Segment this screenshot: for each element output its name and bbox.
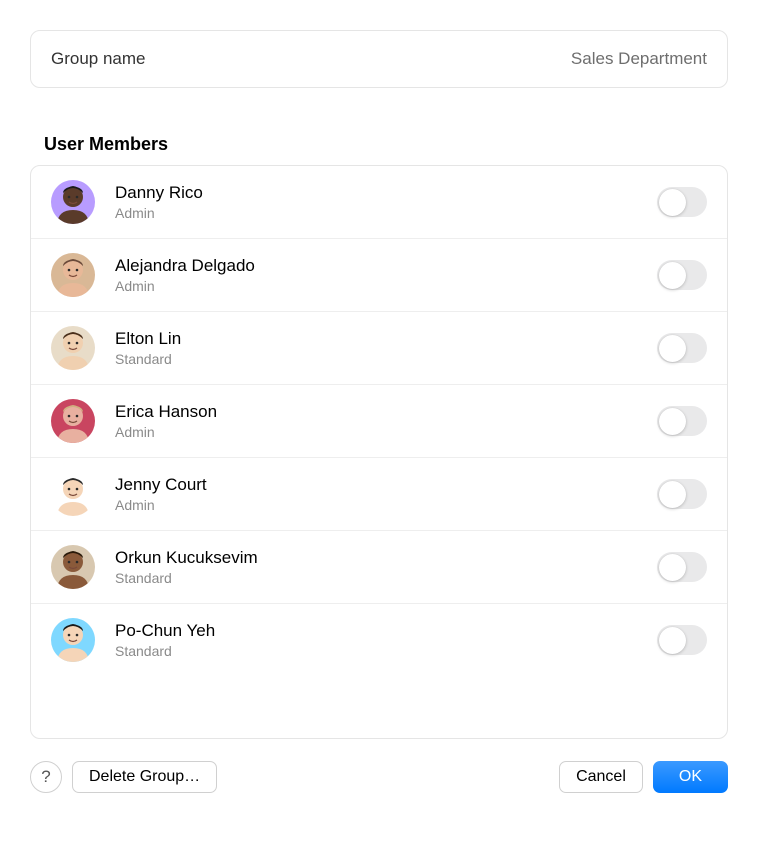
toggle-knob xyxy=(659,335,686,362)
group-name-row: Group name Sales Department xyxy=(30,30,728,88)
toggle-knob xyxy=(659,189,686,216)
toggle-knob xyxy=(659,627,686,654)
membership-toggle[interactable] xyxy=(657,552,707,582)
member-name: Orkun Kucuksevim xyxy=(115,547,657,569)
member-info: Alejandra Delgado Admin xyxy=(115,255,657,295)
member-info: Orkun Kucuksevim Standard xyxy=(115,547,657,587)
member-name: Alejandra Delgado xyxy=(115,255,657,277)
member-row: Danny Rico Admin xyxy=(31,166,727,239)
member-role: Admin xyxy=(115,277,657,295)
help-button[interactable]: ? xyxy=(30,761,62,793)
membership-toggle[interactable] xyxy=(657,187,707,217)
toggle-knob xyxy=(659,554,686,581)
member-row: Alejandra Delgado Admin xyxy=(31,239,727,312)
avatar xyxy=(51,618,95,662)
toggle-knob xyxy=(659,262,686,289)
member-info: Danny Rico Admin xyxy=(115,182,657,222)
member-role: Standard xyxy=(115,642,657,660)
member-name: Po-Chun Yeh xyxy=(115,620,657,642)
member-role: Standard xyxy=(115,350,657,368)
delete-group-button[interactable]: Delete Group… xyxy=(72,761,217,793)
member-name: Jenny Court xyxy=(115,474,657,496)
avatar xyxy=(51,180,95,224)
member-role: Admin xyxy=(115,204,657,222)
membership-toggle[interactable] xyxy=(657,625,707,655)
avatar xyxy=(51,472,95,516)
membership-toggle[interactable] xyxy=(657,333,707,363)
member-info: Po-Chun Yeh Standard xyxy=(115,620,657,660)
member-row: Po-Chun Yeh Standard xyxy=(31,604,727,676)
avatar xyxy=(51,253,95,297)
user-members-title: User Members xyxy=(44,134,728,155)
cancel-button[interactable]: Cancel xyxy=(559,761,643,793)
membership-toggle[interactable] xyxy=(657,479,707,509)
member-name: Elton Lin xyxy=(115,328,657,350)
member-name: Danny Rico xyxy=(115,182,657,204)
toggle-knob xyxy=(659,481,686,508)
members-list: Danny Rico Admin Alejandra Delgado Admin xyxy=(30,165,728,739)
group-name-value[interactable]: Sales Department xyxy=(571,49,707,69)
membership-toggle[interactable] xyxy=(657,260,707,290)
member-row: Orkun Kucuksevim Standard xyxy=(31,531,727,604)
group-name-label: Group name xyxy=(51,49,146,69)
member-info: Jenny Court Admin xyxy=(115,474,657,514)
dialog-footer: ? Delete Group… Cancel OK xyxy=(30,761,728,793)
avatar xyxy=(51,326,95,370)
member-row: Jenny Court Admin xyxy=(31,458,727,531)
member-info: Elton Lin Standard xyxy=(115,328,657,368)
member-row: Erica Hanson Admin xyxy=(31,385,727,458)
avatar xyxy=(51,545,95,589)
member-role: Admin xyxy=(115,423,657,441)
member-info: Erica Hanson Admin xyxy=(115,401,657,441)
member-name: Erica Hanson xyxy=(115,401,657,423)
member-role: Standard xyxy=(115,569,657,587)
membership-toggle[interactable] xyxy=(657,406,707,436)
member-role: Admin xyxy=(115,496,657,514)
ok-button[interactable]: OK xyxy=(653,761,728,793)
toggle-knob xyxy=(659,408,686,435)
member-row: Elton Lin Standard xyxy=(31,312,727,385)
avatar xyxy=(51,399,95,443)
